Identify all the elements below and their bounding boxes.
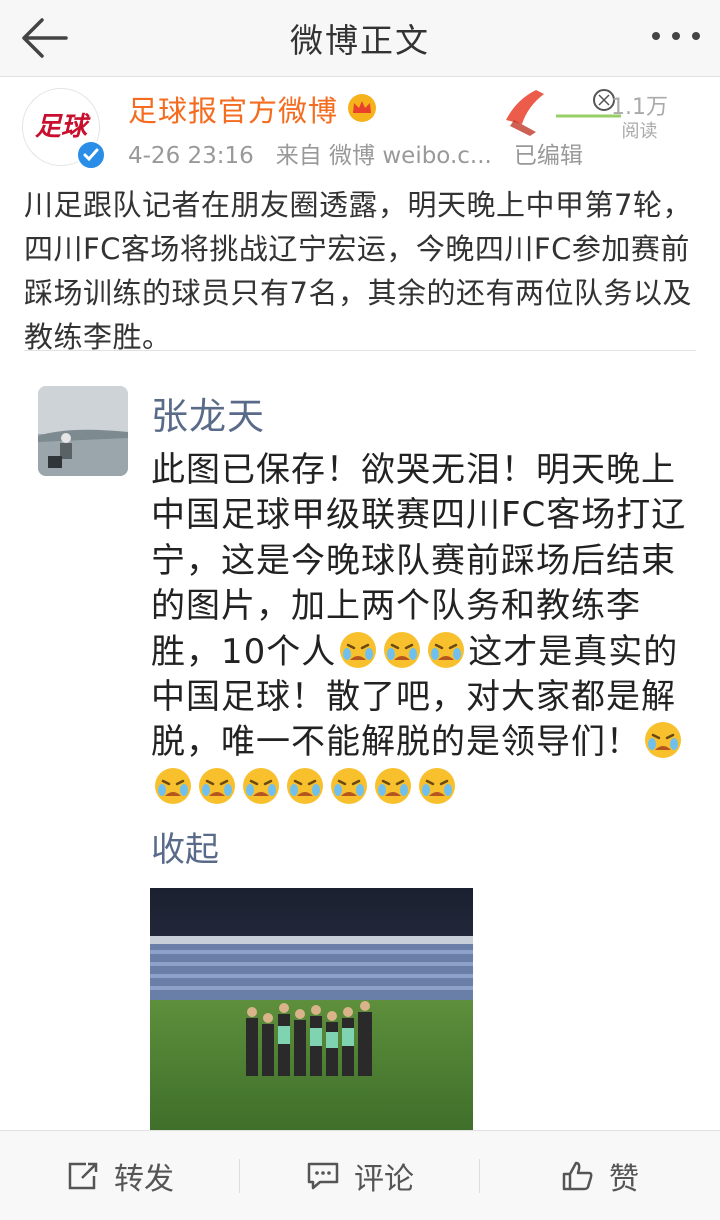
crying-emoji-icon <box>428 631 465 668</box>
crying-emoji-icon <box>375 767 411 804</box>
embedded-text: 此图已保存！欲哭无泪！明天晚上中国足球甲级联赛四川FC客场打辽宁，这是今晚球队赛… <box>151 448 691 811</box>
crying-emoji-icon <box>419 767 455 804</box>
crown-icon <box>345 93 379 123</box>
like-label: 赞 <box>609 1161 639 1197</box>
crying-emoji-icon <box>331 767 367 804</box>
page-title: 微博正文 <box>290 21 430 60</box>
read-count: 1.1万 阅读 <box>611 96 668 144</box>
read-number: 1.1万 <box>611 95 668 120</box>
verified-icon <box>76 140 106 170</box>
edited-label[interactable]: 已编辑 <box>514 143 583 169</box>
repost-button[interactable]: 转发 <box>0 1131 240 1220</box>
crying-emoji-icon <box>199 767 235 804</box>
football-player-decoration <box>496 80 626 140</box>
collapse-link: 收起 <box>151 830 219 870</box>
crying-emoji-icon <box>384 631 421 668</box>
more-dots-icon <box>652 32 700 40</box>
divider <box>24 350 696 351</box>
crying-emoji-icon <box>287 767 323 804</box>
team-photo <box>150 888 473 1130</box>
post-meta: 4-26 23:16 来自 微博 weibo.c... 已编辑 <box>128 136 583 170</box>
crying-emoji-icon <box>645 722 681 759</box>
embedded-avatar <box>38 386 128 476</box>
crying-emoji-icon <box>155 767 191 804</box>
post-date: 4-26 23:16 <box>128 143 254 169</box>
like-button[interactable]: 赞 <box>480 1131 720 1220</box>
comment-button[interactable]: 评论 <box>240 1131 480 1220</box>
bottom-action-bar: 转发 评论 赞 <box>0 1130 720 1220</box>
post-text: 川足跟队记者在朋友圈透露，明天晚上中甲第7轮，四川FC客场将挑战辽宁宏运，今晚四… <box>24 188 692 354</box>
post-source[interactable]: 来自 微博 weibo.c... <box>276 143 492 169</box>
comment-label: 评论 <box>354 1161 414 1197</box>
author-name[interactable]: 足球报官方微博 <box>128 88 338 130</box>
more-button[interactable] <box>648 18 704 54</box>
read-label: 阅读 <box>621 121 658 142</box>
crying-emoji-icon <box>340 631 377 668</box>
embedded-author-name: 张龙天 <box>151 395 265 438</box>
top-nav-bar: 微博正文 <box>0 0 720 77</box>
crying-emoji-icon <box>243 767 279 804</box>
comment-icon <box>307 1162 339 1189</box>
repost-icon <box>68 1162 98 1189</box>
like-icon <box>562 1161 593 1190</box>
repost-label: 转发 <box>114 1161 174 1197</box>
